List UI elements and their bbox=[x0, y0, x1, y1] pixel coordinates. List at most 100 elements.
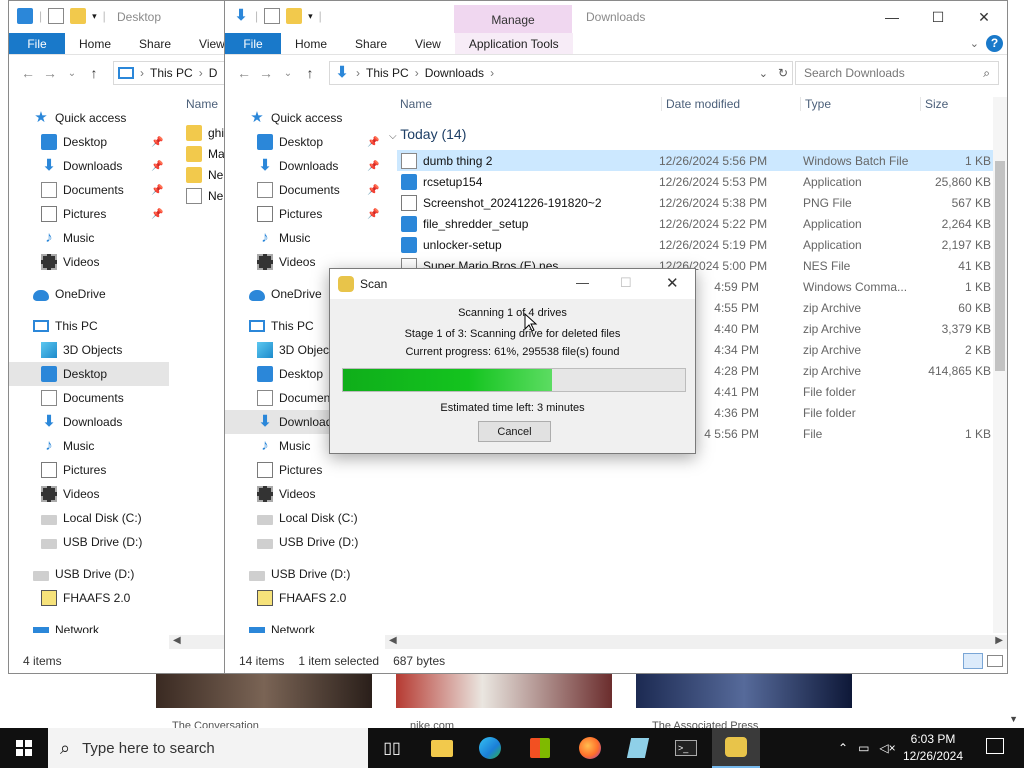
large-icons-view-icon[interactable] bbox=[987, 655, 1003, 667]
sidebar-item-desktop[interactable]: Desktop 📌 bbox=[225, 130, 385, 154]
search-icon[interactable]: ⌕ bbox=[983, 66, 990, 81]
sidebar-item-documents[interactable]: Documents bbox=[9, 386, 169, 410]
vertical-scrollbar[interactable] bbox=[993, 97, 1007, 633]
sidebar-item-usb-drive-d[interactable]: USB Drive (D:) bbox=[9, 530, 169, 554]
details-view-icon[interactable] bbox=[963, 653, 983, 669]
cancel-button[interactable]: Cancel bbox=[478, 421, 551, 442]
tab-view[interactable]: View bbox=[401, 33, 455, 54]
horizontal-scrollbar[interactable]: ◀ ▶ bbox=[385, 635, 1007, 649]
title-bar[interactable]: ⬇ | ▾ | Manage Downloads — ☐ ✕ bbox=[225, 1, 1007, 33]
sidebar-item-usb-drive-d[interactable]: USB Drive (D:) bbox=[9, 562, 169, 586]
notifications-icon[interactable] bbox=[986, 738, 1004, 754]
store-icon[interactable] bbox=[516, 728, 564, 768]
sidebar-item-downloads[interactable]: ⬇ Downloads bbox=[9, 410, 169, 434]
pin-icon[interactable]: 📌 bbox=[151, 185, 163, 196]
news-thumbnail[interactable] bbox=[156, 674, 372, 708]
scrollbar-thumb[interactable] bbox=[995, 161, 1005, 371]
volume-icon[interactable]: ◁× bbox=[879, 741, 895, 755]
sidebar-item-pictures[interactable]: Pictures 📌 bbox=[9, 202, 169, 226]
pin-icon[interactable]: 📌 bbox=[151, 209, 163, 220]
recent-dropdown-icon[interactable]: ⌄ bbox=[61, 68, 83, 79]
up-arrow-icon[interactable]: ↑ bbox=[299, 65, 321, 81]
pin-icon[interactable]: 📌 bbox=[367, 209, 379, 220]
up-arrow-icon[interactable]: ↑ bbox=[83, 65, 105, 81]
sidebar-item-this-pc[interactable]: This PC bbox=[9, 314, 169, 338]
refresh-icon[interactable]: ↻ bbox=[778, 66, 788, 80]
sidebar-item-pictures[interactable]: Pictures bbox=[225, 458, 385, 482]
sidebar-item-usb-drive-d[interactable]: USB Drive (D:) bbox=[225, 562, 385, 586]
address-bar[interactable]: ⬇ › This PC › Downloads › ⌄ ↻ bbox=[329, 61, 793, 85]
table-row[interactable]: Screenshot_20241226-191820~2 12/26/2024 5… bbox=[397, 192, 995, 213]
sidebar-item-music[interactable]: ♪ Music bbox=[9, 226, 169, 250]
sidebar-item-3d-objects[interactable]: 3D Objects bbox=[9, 338, 169, 362]
forward-arrow-icon[interactable]: → bbox=[39, 65, 61, 81]
show-hidden-icons-icon[interactable]: ⌃ bbox=[838, 741, 848, 755]
table-row[interactable]: file_shredder_setup 12/26/2024 5:22 PM App… bbox=[397, 213, 995, 234]
tab-share[interactable]: Share bbox=[341, 33, 401, 54]
close-icon[interactable]: ✕ bbox=[666, 274, 679, 292]
sidebar-item-music[interactable]: ♪ Music bbox=[225, 226, 385, 250]
sidebar-item-downloads[interactable]: ⬇ Downloads 📌 bbox=[225, 154, 385, 178]
qa-dropdown-icon[interactable]: ▾ bbox=[308, 11, 313, 22]
file-tab[interactable]: File bbox=[225, 33, 281, 54]
breadcrumb-this-pc[interactable]: This PC bbox=[366, 66, 409, 80]
properties-icon[interactable] bbox=[48, 8, 65, 24]
start-button[interactable] bbox=[0, 728, 48, 768]
back-arrow-icon[interactable]: ← bbox=[233, 65, 255, 81]
recent-dropdown-icon[interactable]: ⌄ bbox=[277, 68, 299, 79]
firefox-icon[interactable] bbox=[566, 728, 614, 768]
column-header-size[interactable]: Size bbox=[920, 97, 948, 111]
table-row[interactable]: dumb thing 2 12/26/2024 5:56 PM Windows Ba… bbox=[397, 150, 995, 171]
notepad-icon[interactable] bbox=[614, 728, 662, 768]
new-folder-icon[interactable] bbox=[70, 8, 87, 24]
scroll-right-icon[interactable]: ▶ bbox=[995, 635, 1003, 646]
sidebar-item-documents[interactable]: Documents 📌 bbox=[9, 178, 169, 202]
sidebar-item-pictures[interactable]: Pictures bbox=[9, 458, 169, 482]
sidebar-item-downloads[interactable]: ⬇ Downloads 📌 bbox=[9, 154, 169, 178]
pin-icon[interactable]: 📌 bbox=[151, 161, 163, 172]
terminal-icon[interactable]: >_ bbox=[662, 728, 710, 768]
taskbar-search[interactable]: ⌕ Type here to search bbox=[48, 728, 368, 768]
breadcrumb-d[interactable]: D bbox=[209, 66, 218, 80]
column-header-name[interactable]: Name bbox=[400, 97, 432, 111]
new-folder-icon[interactable] bbox=[286, 8, 303, 24]
clock[interactable]: 6:03 PM 12/26/2024 bbox=[898, 731, 968, 765]
sidebar-item-videos[interactable]: Videos bbox=[225, 482, 385, 506]
table-row[interactable]: rcsetup154 12/26/2024 5:53 PM Application 2… bbox=[397, 171, 995, 192]
pin-icon[interactable]: 📌 bbox=[367, 161, 379, 172]
file-explorer-icon[interactable] bbox=[418, 728, 466, 768]
breadcrumb-this-pc[interactable]: This PC bbox=[150, 66, 193, 80]
sidebar-item-onedrive[interactable]: OneDrive bbox=[9, 282, 169, 306]
sidebar-item-local-disk-c[interactable]: Local Disk (C:) bbox=[225, 506, 385, 530]
file-tab[interactable]: File bbox=[9, 33, 65, 54]
help-icon[interactable]: ? bbox=[986, 35, 1003, 52]
sidebar-item-network[interactable]: Network bbox=[225, 618, 385, 633]
tab-home[interactable]: Home bbox=[65, 33, 125, 54]
breadcrumb-downloads[interactable]: Downloads bbox=[425, 66, 484, 80]
scan-app-taskbar-icon[interactable] bbox=[712, 728, 760, 768]
sidebar-item-usb-drive-d[interactable]: USB Drive (D:) bbox=[225, 530, 385, 554]
search-input[interactable]: Search Downloads ⌕ bbox=[795, 61, 999, 85]
expand-ribbon-icon[interactable]: ⌄ bbox=[970, 37, 979, 50]
pin-icon[interactable]: 📌 bbox=[151, 137, 163, 148]
news-thumbnail[interactable] bbox=[636, 674, 852, 708]
sidebar-item-quick-access[interactable]: ★ Quick access bbox=[9, 106, 169, 130]
sidebar-item-videos[interactable]: Videos bbox=[9, 482, 169, 506]
close-icon[interactable]: ✕ bbox=[961, 1, 1007, 33]
manage-contextual-tab[interactable]: Manage bbox=[454, 5, 572, 33]
back-arrow-icon[interactable]: ← bbox=[17, 65, 39, 81]
pin-icon[interactable]: 📌 bbox=[367, 185, 379, 196]
tab-share[interactable]: Share bbox=[125, 33, 185, 54]
sidebar-item-network[interactable]: Network bbox=[9, 618, 169, 633]
dialog-title-bar[interactable]: Scan — ☐ ✕ bbox=[330, 269, 695, 299]
maximize-icon[interactable]: ☐ bbox=[915, 1, 961, 33]
sidebar-item-documents[interactable]: Documents 📌 bbox=[225, 178, 385, 202]
column-header-type[interactable]: Type bbox=[800, 97, 831, 111]
forward-arrow-icon[interactable]: → bbox=[255, 65, 277, 81]
scroll-left-icon[interactable]: ◀ bbox=[173, 635, 181, 646]
tab-home[interactable]: Home bbox=[281, 33, 341, 54]
pin-icon[interactable]: 📌 bbox=[367, 137, 379, 148]
column-header-date[interactable]: Date modified bbox=[661, 97, 740, 111]
sidebar-item-fhaafs-2-0[interactable]: FHAAFS 2.0 bbox=[9, 586, 169, 610]
qa-dropdown-icon[interactable]: ▾ bbox=[92, 11, 97, 22]
